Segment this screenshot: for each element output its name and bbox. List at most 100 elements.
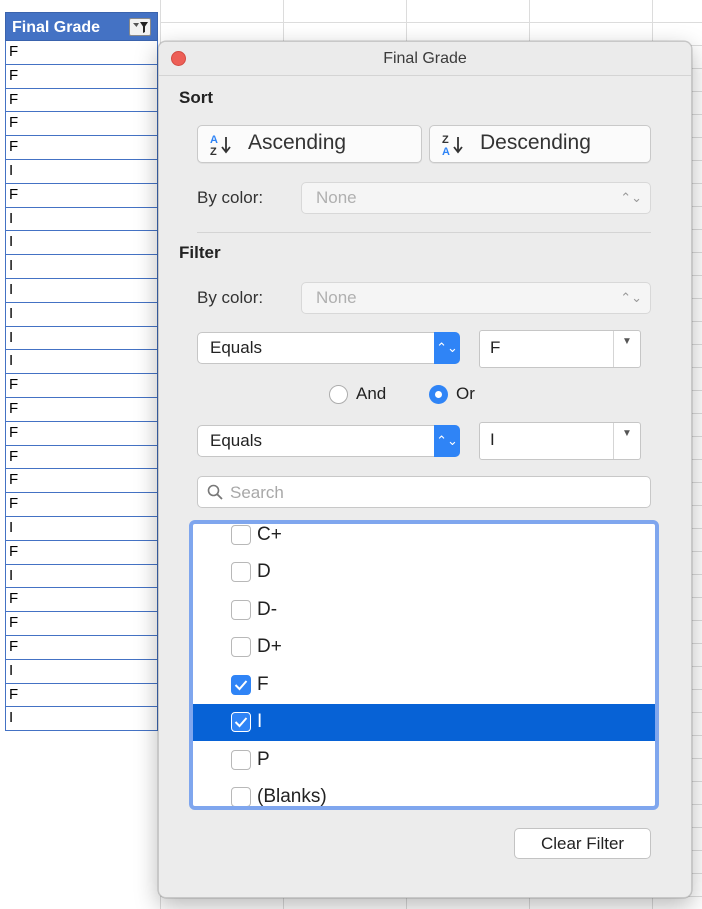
sort-za-icon: Z A: [442, 134, 463, 157]
final-grade-column: Final Grade FFFFFIFIIIIIIIFFFFFFIFIFFFIF…: [5, 12, 158, 732]
filter-button[interactable]: [129, 18, 151, 36]
filter-value-label: D: [257, 561, 271, 583]
select-stepper-icon: ⌃⌄: [434, 332, 460, 364]
grade-cell[interactable]: I: [5, 207, 158, 232]
checkmark-icon: [234, 717, 248, 728]
sort-by-color-value: None: [316, 188, 357, 207]
or-radio[interactable]: Or: [429, 384, 475, 404]
filter-value-item[interactable]: C+: [193, 524, 655, 554]
grade-cell[interactable]: I: [5, 326, 158, 351]
grade-cell[interactable]: I: [5, 707, 158, 732]
checkbox[interactable]: [231, 562, 251, 583]
dialog-title: Final Grade: [383, 50, 467, 67]
grade-cell[interactable]: I: [5, 278, 158, 303]
grade-cell[interactable]: I: [5, 659, 158, 684]
filter-value-label: D+: [257, 636, 282, 658]
sort-descending-label: Descending: [480, 131, 591, 154]
filter-value-item[interactable]: D: [193, 554, 655, 592]
dialog-titlebar: Final Grade: [159, 42, 691, 76]
search-input[interactable]: [228, 480, 632, 506]
condition2-operator-select[interactable]: Equals ⌃⌄: [197, 425, 460, 457]
svg-text:Z: Z: [442, 134, 449, 146]
grade-cell[interactable]: F: [5, 88, 158, 113]
grade-cell[interactable]: F: [5, 683, 158, 708]
filter-value-label: F: [257, 673, 269, 695]
sort-by-color-select: None ⌃⌄: [301, 182, 651, 214]
checkbox[interactable]: [231, 712, 251, 733]
condition2-value: I: [490, 430, 495, 449]
sort-az-icon: A Z: [210, 134, 231, 157]
filter-value-item[interactable]: P: [193, 741, 655, 779]
grade-cell[interactable]: F: [5, 493, 158, 517]
filter-value-item[interactable]: D-: [193, 591, 655, 629]
column-header[interactable]: Final Grade: [5, 12, 158, 41]
filter-value-item[interactable]: (Blanks): [193, 779, 655, 808]
grade-cell[interactable]: I: [5, 516, 158, 541]
column-cells: FFFFFIFIIIIIIIFFFFFFIFIFFFIFI: [5, 41, 158, 732]
grade-cell[interactable]: F: [5, 41, 158, 65]
dropdown-arrow-icon[interactable]: ▼: [613, 331, 640, 367]
sort-by-color-label: By color:: [197, 188, 264, 207]
checkbox[interactable]: [231, 524, 251, 545]
or-radio-circle: [429, 384, 448, 404]
grade-cell[interactable]: F: [5, 397, 158, 422]
sort-descending-button[interactable]: Z A Descending: [429, 125, 651, 163]
grade-cell[interactable]: I: [5, 350, 158, 375]
svg-text:Z: Z: [210, 146, 217, 157]
search-field[interactable]: [197, 476, 651, 508]
condition1-value-combo[interactable]: F ▼: [479, 330, 641, 368]
values-list: C+ D D- D+ F I P (Blanks): [193, 524, 655, 808]
grade-cell[interactable]: F: [5, 374, 158, 398]
grade-cell[interactable]: I: [5, 564, 158, 589]
grade-cell[interactable]: F: [5, 588, 158, 613]
sort-ascending-label: Ascending: [248, 131, 347, 154]
grade-cell[interactable]: F: [5, 540, 158, 565]
checkbox[interactable]: [231, 749, 251, 770]
values-listbox[interactable]: C+ D D- D+ F I P (Blanks): [189, 520, 659, 810]
filter-value-item[interactable]: I: [193, 703, 655, 741]
filter-value-item[interactable]: D+: [193, 629, 655, 667]
filter-section-label: Filter: [179, 243, 221, 262]
filter-value-label: P: [257, 748, 270, 770]
checkbox[interactable]: [231, 599, 251, 620]
filter-value-label: I: [257, 711, 263, 733]
dropdown-arrow-icon[interactable]: ▼: [613, 423, 640, 459]
condition2-operator-value: Equals: [210, 431, 262, 450]
search-icon: [207, 484, 223, 500]
condition2-value-combo[interactable]: I ▼: [479, 422, 641, 460]
grade-cell[interactable]: I: [5, 255, 158, 279]
filter-value-item[interactable]: F: [193, 666, 655, 704]
grade-cell[interactable]: F: [5, 445, 158, 470]
sort-ascending-button[interactable]: A Z Ascending: [197, 125, 422, 163]
grade-cell[interactable]: F: [5, 64, 158, 89]
sort-section-label: Sort: [179, 88, 213, 107]
condition1-value: F: [490, 338, 501, 357]
checkbox[interactable]: [231, 787, 251, 806]
filter-by-color-value: None: [316, 288, 357, 307]
updown-icon: ⌃⌄: [620, 290, 642, 305]
grade-cell[interactable]: F: [5, 183, 158, 208]
clear-filter-button[interactable]: Clear Filter: [514, 828, 651, 859]
select-stepper-icon: ⌃⌄: [434, 425, 460, 457]
grade-cell[interactable]: I: [5, 159, 158, 184]
checkbox[interactable]: [231, 674, 251, 695]
grade-cell[interactable]: F: [5, 635, 158, 660]
grade-cell[interactable]: F: [5, 421, 158, 446]
grade-cell[interactable]: F: [5, 112, 158, 137]
grade-cell[interactable]: I: [5, 302, 158, 327]
condition1-operator-select[interactable]: Equals ⌃⌄: [197, 332, 460, 364]
grade-cell[interactable]: I: [5, 231, 158, 256]
and-radio-circle: [329, 384, 348, 404]
grade-cell[interactable]: F: [5, 136, 158, 160]
updown-icon: ⌃⌄: [620, 190, 642, 205]
filter-by-color-label: By color:: [197, 288, 264, 307]
grade-cell[interactable]: F: [5, 612, 158, 636]
column-header-label: Final Grade: [12, 19, 101, 36]
checkbox[interactable]: [231, 637, 251, 658]
and-radio[interactable]: And: [329, 384, 386, 404]
grade-cell[interactable]: F: [5, 469, 158, 494]
filter-value-label: (Blanks): [257, 786, 327, 808]
and-radio-label: And: [356, 384, 387, 403]
svg-text:A: A: [210, 134, 218, 146]
condition1-operator-value: Equals: [210, 338, 262, 357]
